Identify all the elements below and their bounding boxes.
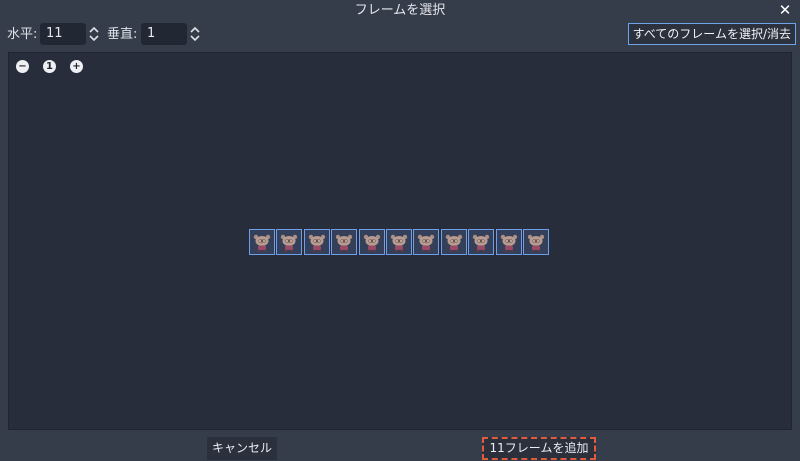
select-clear-all-frames-button[interactable]: すべてのフレームを選択/消去 (627, 23, 796, 45)
character-sprite-icon (472, 234, 490, 252)
frame-preview-canvas[interactable]: − 1 + (8, 52, 792, 430)
horizontal-value: 11 (46, 26, 63, 41)
vertical-spinbox[interactable]: 1 (141, 23, 187, 45)
frame-thumbnail[interactable] (413, 229, 440, 255)
zoom-reset-icon[interactable]: 1 (43, 60, 56, 73)
grid-toolbar: 水平: 11 垂直: 1 すべてのフレームを選択/消去 (0, 22, 800, 48)
frame-thumbnail[interactable] (523, 229, 549, 255)
vertical-updown-icon[interactable] (188, 24, 202, 44)
character-sprite-icon (527, 234, 545, 252)
dialog-title: フレームを選択 (354, 3, 446, 18)
frame-thumbnail[interactable] (358, 229, 385, 255)
character-sprite-icon (253, 234, 271, 252)
vertical-value: 1 (147, 26, 156, 41)
character-sprite-icon (418, 234, 435, 252)
character-sprite-icon (445, 234, 462, 252)
character-sprite-icon (390, 234, 408, 252)
frame-thumbnail[interactable] (303, 229, 330, 255)
frame-thumbnail[interactable] (276, 229, 303, 255)
close-icon[interactable]: ✕ (776, 2, 794, 20)
character-sprite-icon (308, 234, 325, 252)
zoom-out-icon[interactable]: − (16, 60, 29, 73)
add-frames-button[interactable]: 11フレームを追加 (482, 437, 596, 460)
frame-thumbnail[interactable] (495, 229, 522, 255)
frame-thumbnail[interactable] (331, 229, 358, 255)
vertical-label: 垂直: (107, 27, 138, 42)
zoom-in-icon[interactable]: + (70, 60, 83, 73)
horizontal-updown-icon[interactable] (87, 24, 101, 44)
horizontal-spinbox[interactable]: 11 (40, 23, 86, 45)
character-sprite-icon (500, 234, 517, 252)
frame-thumbnail[interactable] (440, 229, 467, 255)
character-sprite-icon (335, 234, 353, 252)
select-frames-dialog: フレームを選択 ✕ 水平: 11 垂直: 1 すべてのフレームを選択/消去 − … (0, 0, 800, 461)
character-sprite-icon (281, 234, 298, 252)
horizontal-label: 水平: (7, 27, 38, 42)
frame-thumbnail[interactable] (386, 229, 412, 255)
frame-thumbnail[interactable] (468, 229, 495, 255)
character-sprite-icon (363, 234, 380, 252)
frame-thumbnail[interactable] (249, 229, 275, 255)
cancel-button[interactable]: キャンセル (207, 437, 277, 460)
